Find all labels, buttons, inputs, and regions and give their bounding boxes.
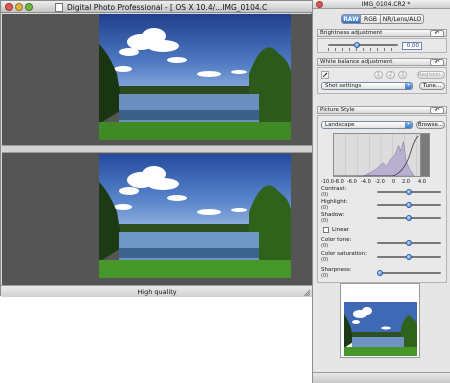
- highlight-value: (0): [321, 205, 329, 211]
- tab-rgb[interactable]: RGB: [360, 14, 381, 24]
- white-balance-heading: White balance adjustment: [320, 59, 393, 65]
- color-tone-value: (0): [321, 243, 329, 249]
- sharpness-slider-track[interactable]: [377, 272, 441, 274]
- tune-button[interactable]: Tune...: [419, 82, 445, 90]
- brightness-ticks: [328, 48, 398, 51]
- undo-icon: ↶: [434, 30, 440, 37]
- minimize-window-icon[interactable]: [15, 3, 23, 11]
- brightness-undo-button[interactable]: ↶: [430, 30, 444, 37]
- histogram-tick: -10.0: [321, 179, 334, 185]
- tab-nr-lens-alo[interactable]: NR/Lens/ALO: [380, 14, 424, 24]
- tool-palette-footer: [313, 372, 450, 383]
- wb-slot-3-button[interactable]: 3: [398, 71, 407, 79]
- tool-palette-titlebar[interactable]: IMG_0104.CR2 *: [313, 0, 450, 9]
- histogram-tick: -8.0: [334, 179, 344, 185]
- highlight-slider-knob[interactable]: [406, 202, 412, 208]
- picture-style-heading: Picture Style: [320, 107, 355, 113]
- picture-style-select-value: Landscape: [325, 122, 355, 128]
- document-proxy-icon[interactable]: [55, 3, 63, 12]
- shadow-value: (0): [321, 218, 329, 224]
- picture-style-undo-button[interactable]: ↶: [430, 107, 444, 114]
- after-photo: [99, 154, 291, 278]
- histogram-tick: 2.0: [402, 179, 410, 185]
- tone-curve-histogram[interactable]: [333, 133, 430, 177]
- eyedropper-icon[interactable]: [321, 71, 329, 79]
- picture-style-select[interactable]: Landscape ▾: [321, 121, 413, 129]
- histogram-tick: 4.0: [418, 179, 426, 185]
- contrast-slider-knob[interactable]: [406, 189, 412, 195]
- status-bar: High quality: [1, 285, 313, 297]
- close-window-icon[interactable]: [5, 3, 13, 11]
- brightness-section-header: Brightness adjustment ↶: [317, 29, 447, 37]
- close-palette-icon[interactable]: [316, 1, 323, 8]
- white-balance-section-header: White balance adjustment ↶: [317, 58, 447, 66]
- histogram-tick: -6.0: [347, 179, 357, 185]
- white-balance-undo-button[interactable]: ↶: [430, 59, 444, 66]
- picture-style-sliders: Contrast: (0) Highlight: (0) Shadow: (0)…: [321, 186, 445, 282]
- tool-palette-title: IMG_0104.CR2 *: [361, 1, 411, 8]
- tab-raw[interactable]: RAW: [341, 14, 361, 24]
- quality-status: High quality: [137, 288, 177, 296]
- color-tone-slider-knob[interactable]: [406, 240, 412, 246]
- browse-button[interactable]: Browse...: [416, 121, 445, 129]
- tool-palette: IMG_0104.CR2 * RAW RGB NR/Lens/ALO Brigh…: [312, 0, 450, 383]
- white-balance-select[interactable]: Shot settings ▾: [321, 82, 413, 90]
- before-photo: [99, 14, 291, 140]
- chevron-updown-icon: ▾: [405, 122, 412, 128]
- wb-slot-1-button[interactable]: 1: [374, 71, 383, 79]
- pane-divider[interactable]: [2, 145, 312, 153]
- linear-label: Linear: [332, 227, 350, 233]
- resize-grip-icon[interactable]: [303, 289, 311, 296]
- chevron-updown-icon: ▾: [405, 83, 412, 89]
- undo-icon: ↶: [434, 107, 440, 114]
- histogram-tick: -2.0: [375, 179, 385, 185]
- wb-slot-2-button[interactable]: 2: [386, 71, 395, 79]
- linear-checkbox[interactable]: [323, 227, 329, 233]
- sharpness-value: (0): [321, 273, 329, 279]
- register-button[interactable]: Register...: [417, 71, 445, 79]
- histogram-tick: -4.0: [361, 179, 371, 185]
- shadow-slider-knob[interactable]: [406, 215, 412, 221]
- zoom-window-icon[interactable]: [25, 3, 33, 11]
- main-titlebar[interactable]: Digital Photo Professional - [ OS X 10.4…: [1, 1, 313, 13]
- picture-style-section-header: Picture Style ↶: [317, 106, 447, 114]
- histogram-axis-labels: -10.0 -8.0 -6.0 -4.0 -2.0 0 2.0 4.0: [321, 179, 443, 185]
- white-balance-select-value: Shot settings: [325, 83, 362, 89]
- undo-icon: ↶: [434, 59, 440, 66]
- brightness-value-field[interactable]: 0.00: [402, 42, 422, 50]
- sharpness-slider-knob[interactable]: [377, 270, 383, 276]
- main-window: Digital Photo Professional - [ OS X 10.4…: [0, 0, 313, 297]
- brightness-slider-track[interactable]: [328, 44, 398, 46]
- color-saturation-slider-knob[interactable]: [406, 254, 412, 260]
- navigator-thumbnail[interactable]: [344, 302, 417, 356]
- brightness-panel: 0.00: [317, 38, 447, 53]
- histogram-tick: 0: [392, 179, 396, 185]
- brightness-heading: Brightness adjustment: [320, 30, 383, 36]
- color-saturation-value: (0): [321, 257, 329, 263]
- window-title: Digital Photo Professional - [ OS X 10.4…: [67, 3, 267, 12]
- white-balance-panel: 1 2 3 Register... Shot settings ▾ Tune..…: [317, 67, 447, 94]
- contrast-value: (0): [321, 192, 329, 198]
